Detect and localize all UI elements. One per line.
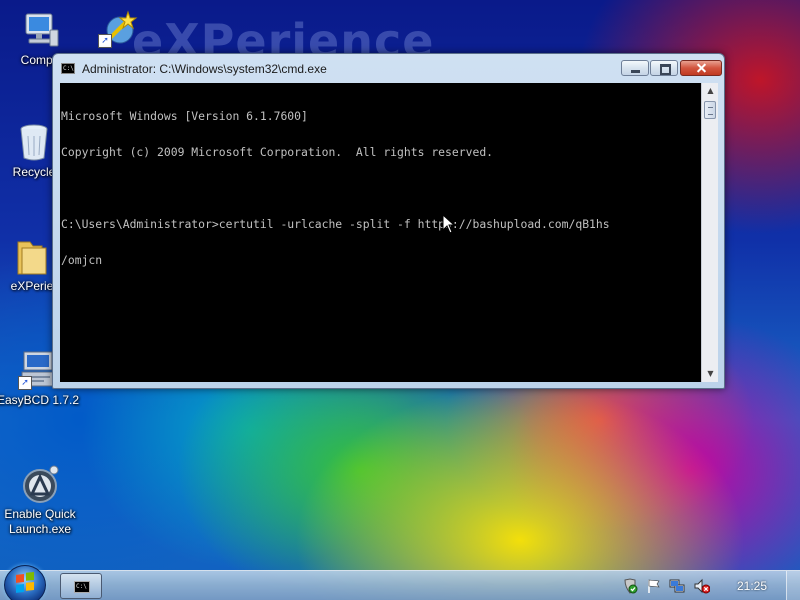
- maximize-icon: [651, 61, 677, 75]
- scroll-thumb[interactable]: [704, 101, 716, 119]
- console-line: Microsoft Windows [Version 6.1.7600]: [61, 109, 308, 123]
- recycle-bin-icon: [14, 122, 54, 162]
- console-line: Copyright (c) 2009 Microsoft Corporation…: [61, 145, 494, 159]
- desktop-icon-quick-launch[interactable]: Enable Quick Launch.exe: [0, 464, 82, 537]
- vertical-scrollbar[interactable]: ▲ ▼: [701, 83, 718, 382]
- close-icon: [681, 61, 721, 75]
- taskbar-button-cmd[interactable]: C:\: [60, 573, 102, 599]
- taskbar: C:\ 21:25: [0, 565, 800, 600]
- shortcut-arrow-icon: ➚: [18, 376, 32, 390]
- cmd-icon: C:\: [74, 581, 90, 593]
- desktop-icon-label: Enable Quick Launch.exe: [4, 507, 76, 536]
- volume-muted-icon[interactable]: [694, 578, 710, 594]
- desktop: eXPerience Compu ➚ Recycle eXPerie ➚ Eas…: [0, 0, 800, 600]
- show-desktop-button[interactable]: [786, 571, 800, 600]
- close-button[interactable]: [680, 60, 722, 76]
- console-line: /omjcn: [61, 253, 103, 267]
- computer-icon: [20, 10, 60, 50]
- cmd-icon: C:\: [61, 63, 75, 74]
- windows-start-icon[interactable]: [4, 565, 46, 600]
- console-output[interactable]: Microsoft Windows [Version 6.1.7600] Cop…: [60, 83, 701, 382]
- network-icon[interactable]: [669, 578, 685, 594]
- desktop-icon-label: EasyBCD 1.7.2: [0, 393, 80, 407]
- shortcut-arrow-icon: ➚: [98, 34, 112, 48]
- window-title: Administrator: C:\Windows\system32\cmd.e…: [82, 62, 327, 76]
- action-center-flag-icon[interactable]: [646, 578, 662, 594]
- minimize-icon: [622, 61, 648, 75]
- desktop-icon-wand[interactable]: ➚: [76, 8, 160, 51]
- magic-wand-icon: ➚: [98, 8, 138, 48]
- taskbar-clock[interactable]: 21:25: [737, 579, 767, 593]
- security-center-icon[interactable]: [622, 578, 638, 594]
- maximize-button[interactable]: [650, 60, 678, 76]
- minimize-button[interactable]: [621, 60, 649, 76]
- scroll-down-arrow-icon[interactable]: ▼: [703, 366, 718, 382]
- cmd-window[interactable]: C:\ Administrator: C:\Windows\system32\c…: [52, 53, 725, 389]
- mouse-cursor-icon: [442, 214, 456, 234]
- scroll-up-arrow-icon[interactable]: ▲: [703, 83, 718, 99]
- title-bar[interactable]: C:\ Administrator: C:\Windows\system32\c…: [53, 54, 724, 82]
- folder-icon: [12, 236, 52, 276]
- console-line: C:\Users\Administrator>certutil -urlcach…: [61, 217, 610, 231]
- quick-launch-icon: [20, 464, 60, 504]
